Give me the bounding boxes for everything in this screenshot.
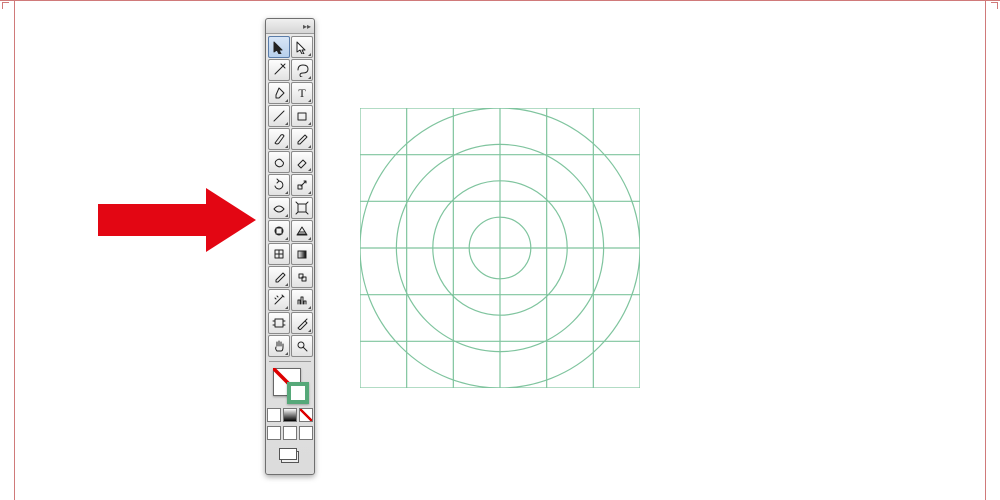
page-margin-left [14, 0, 15, 500]
crop-mark-top-right [991, 2, 998, 9]
crop-mark-top-left [2, 2, 9, 9]
direct-selection-tool[interactable] [291, 36, 313, 58]
perspective-grid-tool[interactable] [291, 220, 313, 242]
svg-text:T: T [298, 86, 306, 100]
flyout-indicator-icon [285, 283, 288, 286]
flyout-indicator-icon [285, 145, 288, 148]
flyout-indicator-icon [285, 237, 288, 240]
draw-mode-row [266, 424, 314, 442]
scale-tool[interactable] [291, 174, 313, 196]
flyout-indicator-icon [285, 214, 288, 217]
eyedropper-tool[interactable] [268, 266, 290, 288]
mesh-tool[interactable] [268, 243, 290, 265]
panel-collapse-icon[interactable]: ▸▸ [303, 22, 311, 31]
artwork-svg [360, 108, 640, 388]
magic-wand-tool[interactable] [268, 59, 290, 81]
screen-mode-button[interactable] [275, 446, 305, 468]
blend-tool[interactable] [291, 266, 313, 288]
rotate-tool[interactable] [268, 174, 290, 196]
flyout-indicator-icon [308, 122, 311, 125]
eraser-tool[interactable] [291, 151, 313, 173]
blob-brush-tool[interactable] [268, 151, 290, 173]
page-margin-top [0, 0, 1000, 1]
color-mode-none[interactable] [299, 408, 313, 422]
flyout-indicator-icon [308, 329, 311, 332]
annotation-arrow [98, 190, 268, 250]
canvas-artwork [360, 108, 640, 388]
paintbrush-tool[interactable] [268, 128, 290, 150]
artboard-tool[interactable] [268, 312, 290, 334]
line-segment-tool[interactable] [268, 105, 290, 127]
flyout-indicator-icon [308, 99, 311, 102]
draw-mode-inside[interactable] [299, 426, 313, 440]
flyout-indicator-icon [308, 76, 311, 79]
lasso-tool[interactable] [291, 59, 313, 81]
flyout-indicator-icon [308, 237, 311, 240]
panel-divider [269, 361, 311, 362]
flyout-indicator-icon [285, 306, 288, 309]
flyout-indicator-icon [285, 122, 288, 125]
selection-tool[interactable] [268, 36, 290, 58]
symbol-sprayer-tool[interactable] [268, 289, 290, 311]
flyout-indicator-icon [285, 352, 288, 355]
flyout-indicator-icon [308, 53, 311, 56]
width-tool[interactable] [268, 197, 290, 219]
pencil-tool[interactable] [291, 128, 313, 150]
gradient-tool[interactable] [291, 243, 313, 265]
flyout-indicator-icon [285, 99, 288, 102]
draw-mode-normal[interactable] [267, 426, 281, 440]
flyout-indicator-icon [308, 191, 311, 194]
fill-stroke-control[interactable] [271, 366, 309, 404]
color-mode-solid[interactable] [267, 408, 281, 422]
page-margin-right [985, 0, 986, 500]
shape-builder-tool[interactable] [268, 220, 290, 242]
slice-tool[interactable] [291, 312, 313, 334]
column-graph-tool[interactable] [291, 289, 313, 311]
tools-panel: ▸▸ T [265, 18, 315, 475]
tool-grid: T [266, 34, 314, 359]
panel-header[interactable]: ▸▸ [266, 19, 314, 34]
flyout-indicator-icon [285, 191, 288, 194]
rectangle-tool[interactable] [291, 105, 313, 127]
zoom-tool[interactable] [291, 335, 313, 357]
free-transform-tool[interactable] [291, 197, 313, 219]
color-mode-gradient[interactable] [283, 408, 297, 422]
type-tool[interactable]: T [291, 82, 313, 104]
flyout-indicator-icon [308, 306, 311, 309]
screen-mode-icon [279, 448, 297, 460]
hand-tool[interactable] [268, 335, 290, 357]
pen-tool[interactable] [268, 82, 290, 104]
flyout-indicator-icon [308, 145, 311, 148]
draw-mode-behind[interactable] [283, 426, 297, 440]
stroke-swatch[interactable] [287, 382, 309, 404]
flyout-indicator-icon [308, 168, 311, 171]
color-mode-row [266, 406, 314, 424]
